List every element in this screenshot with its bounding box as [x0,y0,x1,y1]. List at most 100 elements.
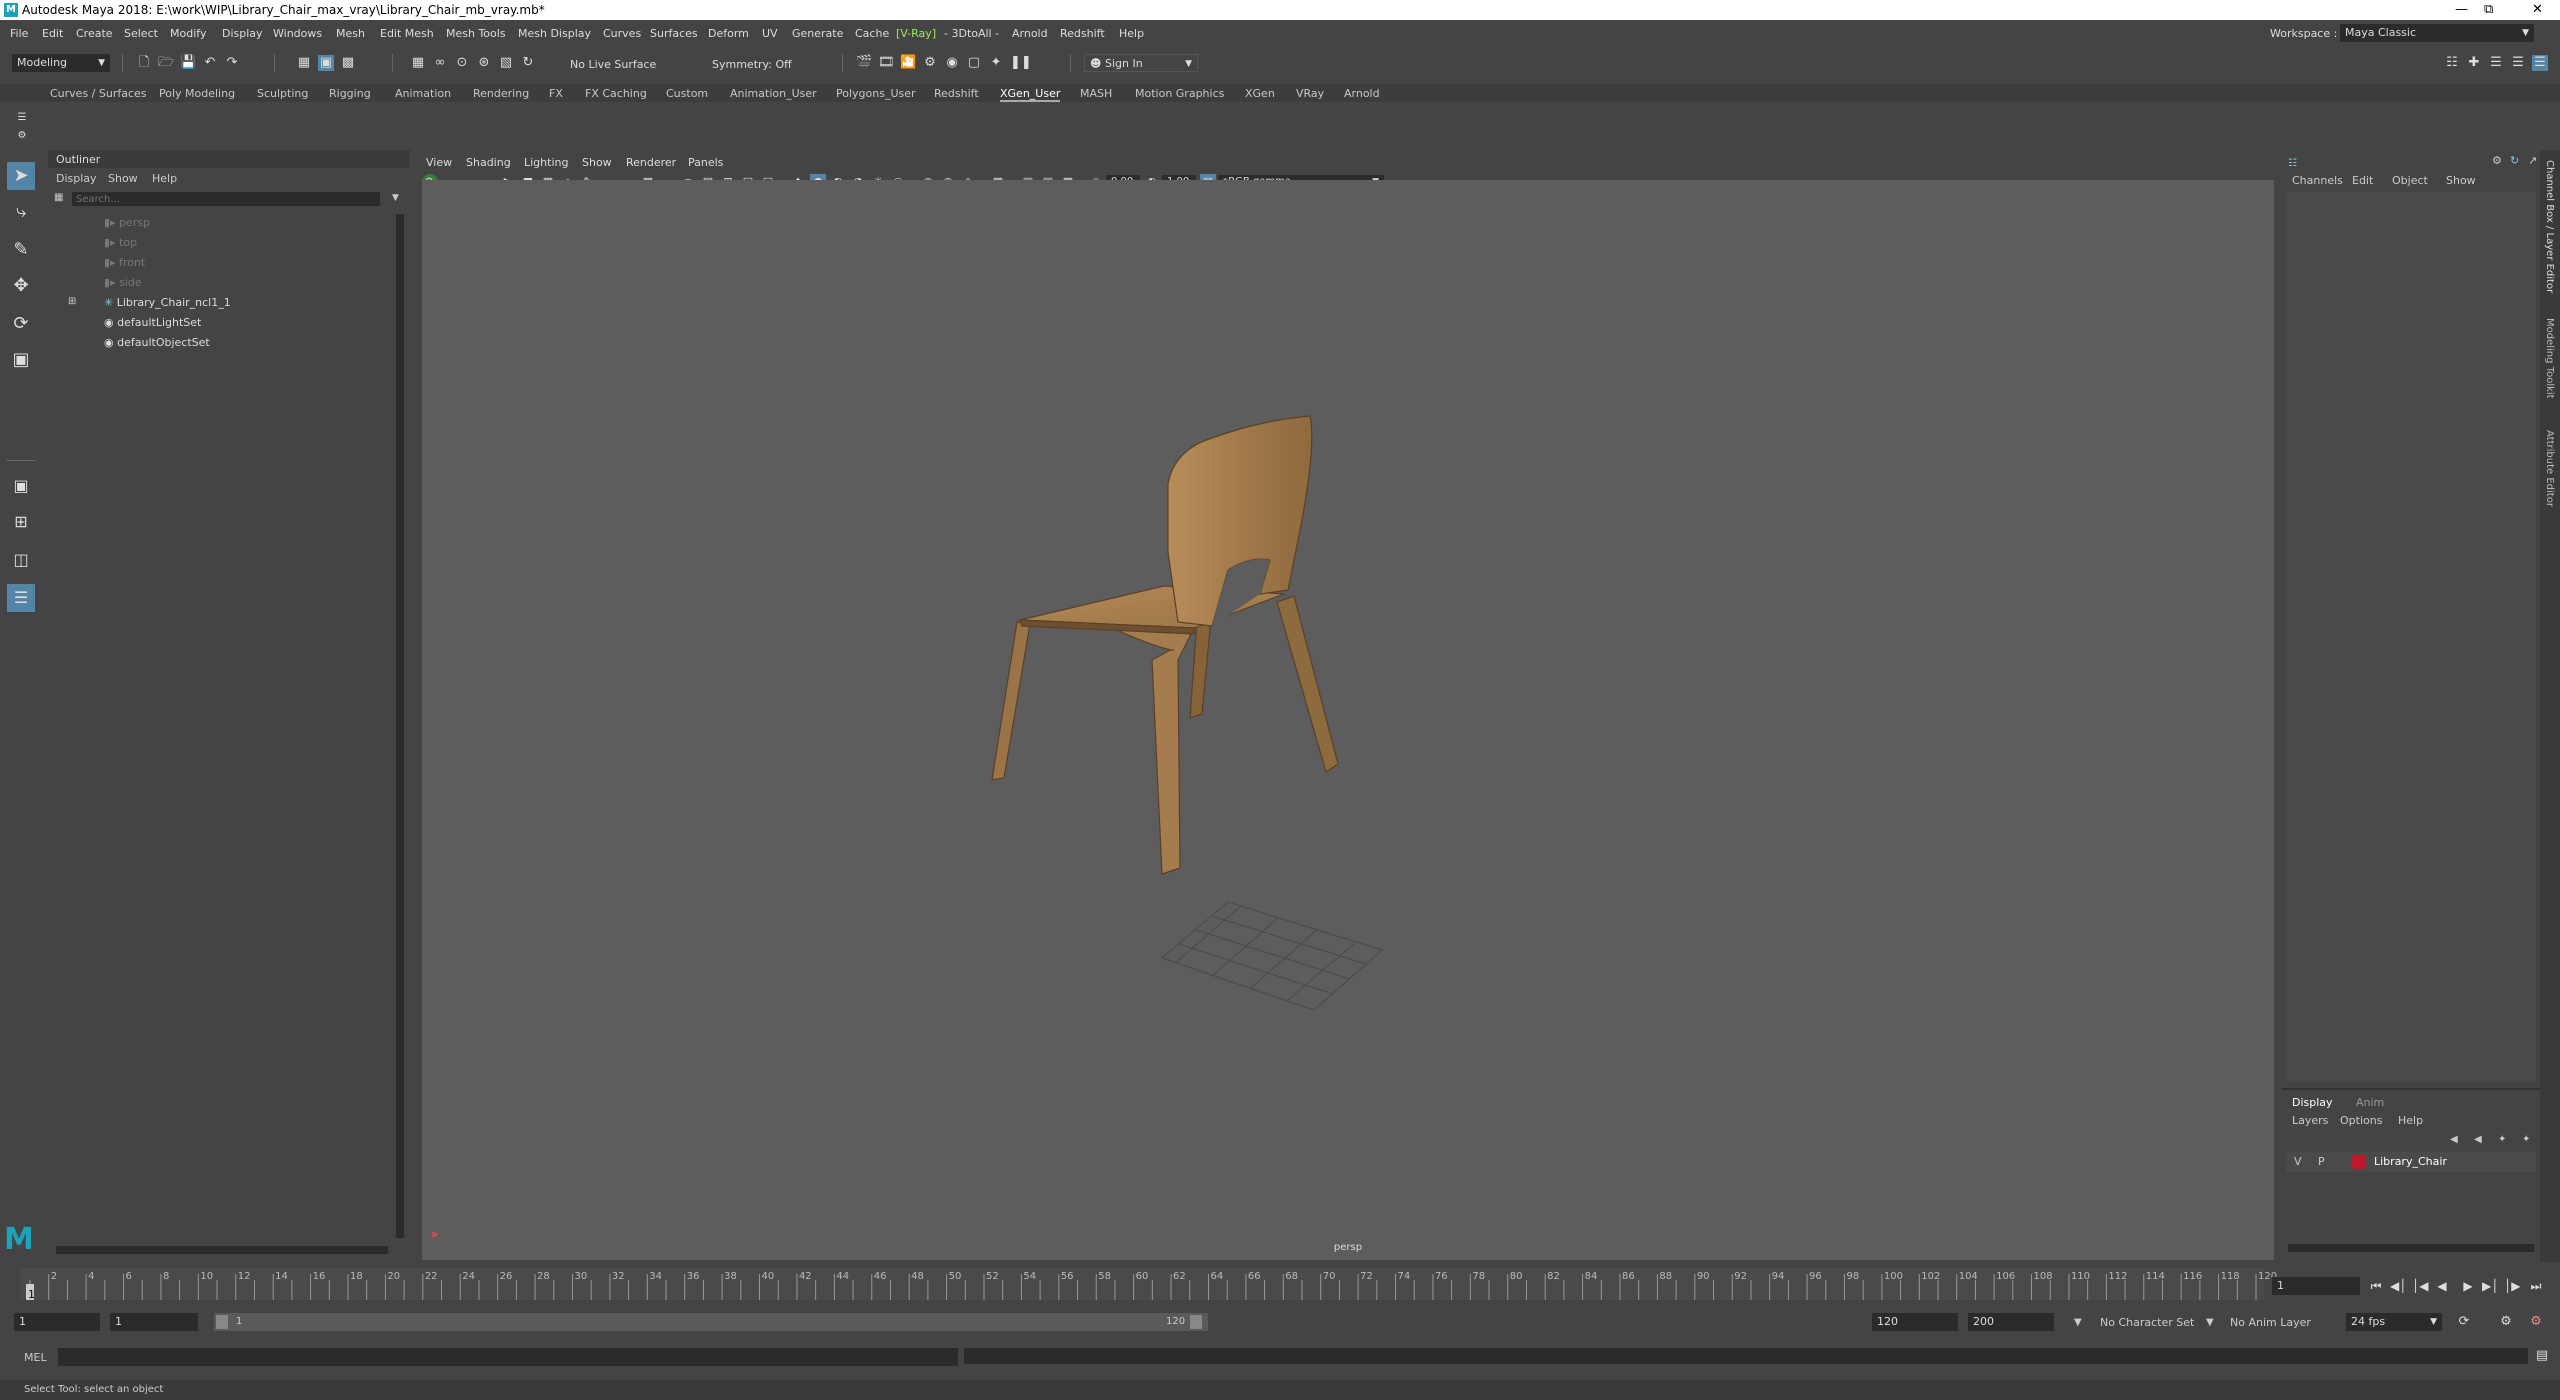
workspace-dropdown[interactable]: Maya Classic ▼ [2340,24,2534,42]
new-scene-icon[interactable]: 🗋 [136,55,152,71]
shelf-tab-redshift[interactable]: Redshift [934,87,979,100]
outliner-item-persp[interactable]: ▮▸ persp [104,216,150,229]
shelf-tab-fx-caching[interactable]: FX Caching [585,87,647,100]
side-tab-channel-box[interactable]: Channel Box / Layer Editor [2544,160,2555,293]
layer-tab-anim[interactable]: Anim [2356,1096,2384,1109]
minimize-icon[interactable]: — [2455,2,2468,17]
open-scene-icon[interactable]: 🗁 [158,55,174,71]
step-forward-frame-icon[interactable]: ▶│ [2482,1278,2498,1294]
fps-dropdown[interactable]: 24 fps ▼ [2346,1313,2442,1331]
two-view-layout-icon[interactable]: ◫ [7,546,35,574]
range-start-handle[interactable] [216,1315,228,1329]
go-to-start-icon[interactable]: ⏮ [2368,1278,2384,1294]
outliner-vertical-scrollbar[interactable] [396,214,404,1238]
shelf-tab-rigging[interactable]: Rigging [329,87,371,100]
select-hierarchy-icon[interactable]: ▦ [296,55,312,71]
scale-tool-icon[interactable]: ▣ [7,346,35,374]
outliner-search-input[interactable] [72,192,380,206]
snap-grid-icon[interactable]: ▦ [410,55,426,71]
menu-file[interactable]: File [10,27,28,40]
shelf-tab-arnold[interactable]: Arnold [1344,87,1380,100]
outliner-menu-show[interactable]: Show [108,172,138,185]
current-frame-field[interactable]: 1 [2272,1277,2360,1295]
layer-editor-toggle-icon[interactable]: ☰ [2532,55,2548,71]
paint-select-tool-icon[interactable]: ✎ [7,236,35,264]
channel-box-options-icon[interactable]: ⚙ [2492,154,2502,167]
new-layer-selected-icon[interactable]: ✦ [2522,1134,2530,1145]
channel-box-toggle-icon[interactable]: ☰ [2510,55,2526,71]
filter-icon[interactable]: ▦ [54,192,63,203]
menu-curves[interactable]: Curves [603,27,641,40]
play-backwards-icon[interactable]: ◀ [2434,1278,2450,1294]
menu-windows[interactable]: Windows [273,27,322,40]
range-slider[interactable]: 1 120 [214,1313,1208,1331]
menu-mesh-display[interactable]: Mesh Display [518,27,591,40]
channel-menu-object[interactable]: Object [2392,174,2428,187]
3d-viewport[interactable]: ➤ persp [422,180,2274,1260]
ipr-render-icon[interactable]: 🎦 [900,55,916,71]
outliner-horizontal-scrollbar[interactable] [56,1246,388,1254]
anim-layer-dropdown[interactable]: No Anim Layer [2230,1316,2311,1329]
shelf-tab-sculpting[interactable]: Sculpting [257,87,308,100]
layer-menu-help[interactable]: Help [2398,1114,2423,1127]
restore-icon[interactable]: ⧉ [2484,2,2493,17]
display-layer-row[interactable]: V P Library_Chair [2286,1152,2536,1172]
layer-menu-options[interactable]: Options [2340,1114,2382,1127]
shelf-tab-motion-graphics[interactable]: Motion Graphics [1135,87,1224,100]
hypershade-icon[interactable]: ◉ [944,55,960,71]
menu-surfaces[interactable]: Surfaces [650,27,698,40]
lasso-tool-icon[interactable]: ⤷ [7,198,35,226]
go-to-end-icon[interactable]: ⏭ [2528,1278,2544,1294]
loop-icon[interactable]: ⟳ [2456,1314,2472,1330]
select-component-icon[interactable]: ▩ [340,55,356,71]
rotate-tool-icon[interactable]: ⟳ [7,310,35,338]
command-language-label[interactable]: MEL [24,1351,47,1364]
render-view-icon[interactable]: ▢ [966,55,982,71]
menu-uv[interactable]: UV [762,27,778,40]
vray-render-icon[interactable]: ✦ [988,55,1004,71]
shelf-menu-icon[interactable]: ☰ [14,110,30,126]
layer-name[interactable]: Library_Chair [2374,1155,2447,1168]
symmetry-label[interactable]: Symmetry: Off [712,58,792,71]
shelf-tab-animation[interactable]: Animation [395,87,451,100]
select-tool-icon[interactable]: ➤ [7,162,35,190]
viewport-menu-show[interactable]: Show [582,156,612,169]
shelf-tab-animation-user[interactable]: Animation_User [730,87,817,100]
menu-mesh-tools[interactable]: Mesh Tools [446,27,506,40]
viewport-menu-view[interactable]: View [426,156,452,169]
outliner-item-default-object-set[interactable]: ◉ defaultObjectSet [104,336,210,349]
expand-icon[interactable]: ⊞ [68,296,76,307]
menu-edit[interactable]: Edit [42,27,63,40]
menu-cache[interactable]: Cache [855,27,889,40]
viewport-menu-renderer[interactable]: Renderer [626,156,676,169]
channel-menu-channels[interactable]: Channels [2292,174,2343,187]
move-layer-up-icon[interactable]: ◀ [2450,1134,2458,1145]
modeling-toolkit-icon[interactable]: ☷ [2444,55,2460,71]
start-time-field[interactable]: 1 [14,1313,100,1331]
make-live-icon[interactable]: ↻ [520,55,536,71]
layer-playback-toggle[interactable]: P [2318,1155,2325,1168]
outliner-item-default-light-set[interactable]: ◉ defaultLightSet [104,316,201,329]
shelf-tab-fx[interactable]: FX [549,87,563,100]
layer-tab-display[interactable]: Display [2292,1096,2333,1109]
shelf-settings-icon[interactable]: ⚙ [14,128,30,144]
viewport-menu-panels[interactable]: Panels [688,156,723,169]
move-layer-down-icon[interactable]: ◀ [2474,1134,2482,1145]
shelf-tab-xgen[interactable]: XGen [1245,87,1275,100]
menu-set-dropdown[interactable]: Modeling ▼ [12,54,110,72]
playback-start-field[interactable]: 1 [110,1313,198,1331]
menu-deform[interactable]: Deform [708,27,749,40]
sign-in-button[interactable]: ☻ Sign In ▼ [1084,54,1198,72]
menu-3dtoall[interactable]: - 3DtoAll - [944,27,999,40]
render-frame-icon[interactable]: 🎬 [856,55,872,71]
single-view-layout-icon[interactable]: ▣ [7,472,35,500]
shelf-tab-vray[interactable]: VRay [1296,87,1324,100]
chevron-down-icon[interactable]: ▼ [2206,1317,2214,1328]
chevron-down-icon[interactable]: ▼ [2074,1317,2082,1328]
outliner-layout-icon[interactable]: ☰ [7,584,35,612]
outliner-menu-display[interactable]: Display [56,172,97,185]
select-object-icon[interactable]: ▣ [318,55,334,71]
snap-projected-center-icon[interactable]: ⊛ [476,55,492,71]
channel-box-pin-icon[interactable]: ↻ [2510,154,2519,167]
outliner-item-side[interactable]: ▮▸ side [104,276,142,289]
